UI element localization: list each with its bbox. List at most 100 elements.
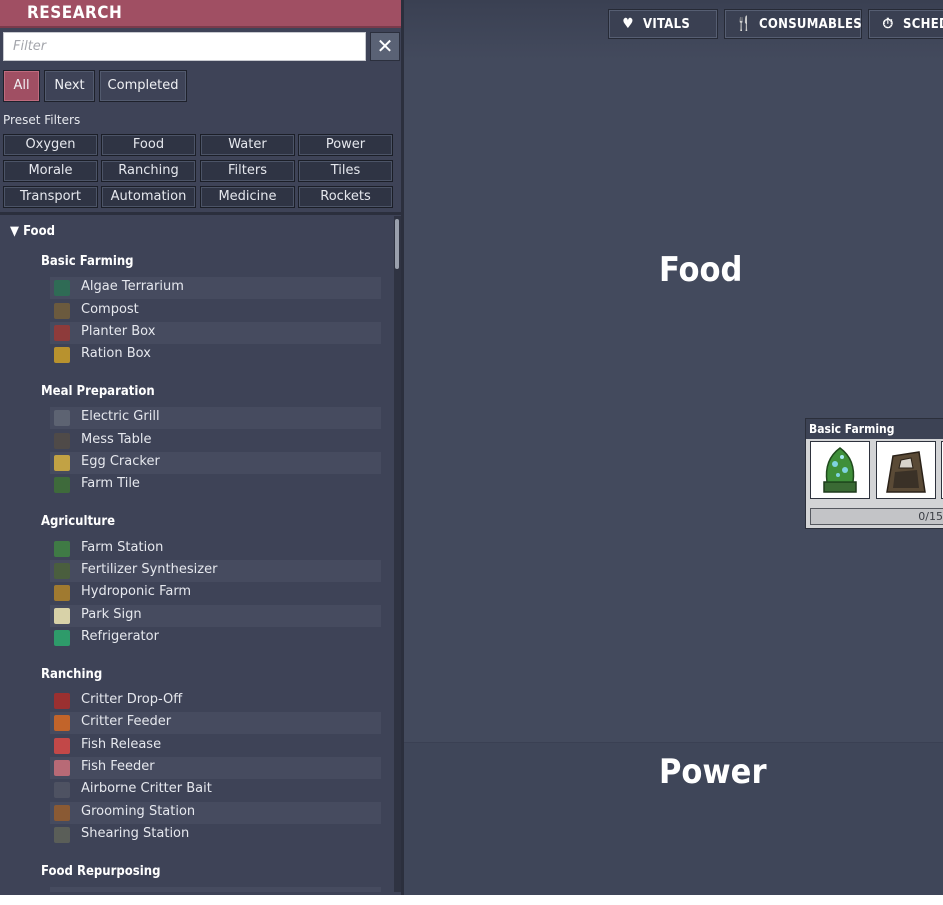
list-item[interactable]: Mess Table bbox=[50, 430, 381, 452]
hydroponic-farm-icon bbox=[54, 585, 70, 601]
tab-all[interactable]: All bbox=[3, 70, 40, 102]
research-title: RESEARCH bbox=[27, 3, 123, 23]
list-item[interactable]: Grooming Station bbox=[50, 802, 381, 824]
preset-filters-button[interactable]: Filters bbox=[200, 160, 295, 182]
airborne-critter-bait-icon bbox=[54, 782, 70, 798]
list-item[interactable]: Compost bbox=[50, 300, 381, 322]
list-item-label: Ration Box bbox=[81, 346, 151, 361]
list-item-label: Critter Drop-Off bbox=[81, 692, 183, 707]
egg-cracker-icon bbox=[54, 455, 70, 471]
fish-feeder-icon bbox=[54, 760, 70, 776]
research-progress-text: 0/15 bbox=[918, 510, 943, 523]
list-item[interactable]: Refrigerator bbox=[50, 627, 381, 649]
list-item[interactable]: Ration Box bbox=[50, 344, 381, 366]
research-panel: RESEARCH ✕ All Next Completed Preset Fil… bbox=[0, 0, 404, 895]
electric-grill-icon bbox=[54, 410, 70, 426]
research-progress-bar: 0/15 bbox=[810, 508, 943, 525]
critter-drop-off-icon bbox=[54, 693, 70, 709]
research-canvas[interactable]: ♥ VITALS 🍴 CONSUMABLES ⏱ SCHED Food Power B… bbox=[404, 0, 943, 895]
preset-filters-label: Preset Filters bbox=[3, 113, 81, 127]
preset-automation-button[interactable]: Automation bbox=[101, 186, 196, 208]
planter-box-icon bbox=[54, 325, 70, 341]
filter-row: ✕ bbox=[3, 32, 400, 62]
list-item-label: Algae Terrarium bbox=[81, 279, 184, 294]
preset-tiles-button[interactable]: Tiles bbox=[298, 160, 393, 182]
list-item[interactable]: Farm Tile bbox=[50, 474, 381, 496]
list-item[interactable]: Critter Feeder bbox=[50, 712, 381, 734]
research-node-title: Basic Farming bbox=[806, 419, 943, 439]
schedule-button[interactable]: ⏱ SCHED bbox=[868, 9, 943, 39]
grooming-station-icon bbox=[54, 805, 70, 821]
research-node-basic-farming[interactable]: Basic Farming 0/15 bbox=[805, 418, 943, 529]
list-item[interactable]: Airborne Critter Bait bbox=[50, 779, 381, 801]
preset-food-button[interactable]: Food bbox=[101, 134, 196, 156]
list-item[interactable]: Algae Terrarium bbox=[50, 277, 381, 299]
list-item[interactable]: Fertilizer Synthesizer bbox=[50, 560, 381, 582]
vitals-label: VITALS bbox=[643, 17, 691, 32]
list-item[interactable]: Hydroponic Farm bbox=[50, 582, 381, 604]
list-item-label: Refrigerator bbox=[81, 629, 159, 644]
mess-table-icon bbox=[54, 433, 70, 449]
critter-feeder-icon bbox=[54, 715, 70, 731]
list-item[interactable]: Planter Box bbox=[50, 322, 381, 344]
farm-tile-icon bbox=[54, 477, 70, 493]
group-header[interactable]: Agriculture bbox=[41, 514, 115, 529]
list-item-label: Electric Grill bbox=[81, 409, 160, 424]
panel-divider bbox=[0, 212, 401, 215]
tab-next[interactable]: Next bbox=[44, 70, 95, 102]
food-section-title: Food bbox=[659, 250, 743, 290]
consumables-label: CONSUMABLES bbox=[759, 17, 862, 32]
list-item-label: Grooming Station bbox=[81, 804, 196, 819]
compost-icon bbox=[886, 451, 926, 493]
algae-terrarium-tile[interactable] bbox=[810, 441, 870, 499]
list-item[interactable]: Park Sign bbox=[50, 605, 381, 627]
filter-input[interactable] bbox=[3, 32, 366, 61]
group-header[interactable]: Ranching bbox=[41, 667, 102, 682]
category-label: Food bbox=[23, 224, 55, 239]
list-item[interactable]: Fish Release bbox=[50, 735, 381, 757]
list-item-label: Planter Box bbox=[81, 324, 156, 339]
research-header: RESEARCH bbox=[0, 0, 401, 28]
research-tree-list: ▼ Food Basic Farming Algae Terrarium Com… bbox=[0, 216, 394, 892]
heart-icon: ♥ bbox=[622, 16, 634, 32]
list-item-label: Mess Table bbox=[81, 432, 152, 447]
list-item-label: Hydroponic Farm bbox=[81, 584, 192, 599]
clear-filter-button[interactable]: ✕ bbox=[370, 32, 400, 61]
consumables-button[interactable]: 🍴 CONSUMABLES bbox=[724, 9, 862, 39]
list-item[interactable]: Fish Feeder bbox=[50, 757, 381, 779]
compost-icon bbox=[54, 303, 70, 319]
list-item[interactable] bbox=[50, 887, 381, 892]
fertilizer-synthesizer-icon bbox=[54, 563, 70, 579]
preset-medicine-button[interactable]: Medicine bbox=[200, 186, 295, 208]
group-header[interactable]: Basic Farming bbox=[41, 254, 134, 269]
preset-ranching-button[interactable]: Ranching bbox=[101, 160, 196, 182]
list-item-label: Farm Station bbox=[81, 540, 164, 555]
scrollbar-thumb[interactable] bbox=[395, 219, 399, 269]
list-item[interactable]: Egg Cracker bbox=[50, 452, 381, 474]
compost-tile[interactable] bbox=[876, 441, 936, 499]
preset-transport-button[interactable]: Transport bbox=[3, 186, 98, 208]
group-header[interactable]: Food Repurposing bbox=[41, 864, 160, 879]
list-item[interactable]: Farm Station bbox=[50, 538, 381, 560]
algae-terrarium-icon bbox=[54, 280, 70, 296]
category-toggle-food[interactable]: ▼ Food bbox=[10, 224, 55, 239]
list-item[interactable]: Electric Grill bbox=[50, 407, 381, 429]
list-item-label: Shearing Station bbox=[81, 826, 190, 841]
tree-scrollbar[interactable] bbox=[394, 216, 401, 892]
preset-oxygen-button[interactable]: Oxygen bbox=[3, 134, 98, 156]
preset-morale-button[interactable]: Morale bbox=[3, 160, 98, 182]
list-item-label: Critter Feeder bbox=[81, 714, 172, 729]
stopwatch-icon: ⏱ bbox=[882, 16, 894, 32]
preset-power-button[interactable]: Power bbox=[298, 134, 393, 156]
list-item[interactable]: Shearing Station bbox=[50, 824, 381, 846]
list-item[interactable]: Critter Drop-Off bbox=[50, 690, 381, 712]
fork-knife-icon: 🍴 bbox=[735, 16, 753, 32]
fish-release-icon bbox=[54, 738, 70, 754]
list-item-label: Airborne Critter Bait bbox=[81, 781, 212, 796]
preset-rockets-button[interactable]: Rockets bbox=[298, 186, 393, 208]
tab-completed[interactable]: Completed bbox=[99, 70, 187, 102]
group-header[interactable]: Meal Preparation bbox=[41, 384, 155, 399]
vitals-button[interactable]: ♥ VITALS bbox=[608, 9, 718, 39]
preset-water-button[interactable]: Water bbox=[200, 134, 295, 156]
power-section-title: Power bbox=[659, 752, 767, 792]
